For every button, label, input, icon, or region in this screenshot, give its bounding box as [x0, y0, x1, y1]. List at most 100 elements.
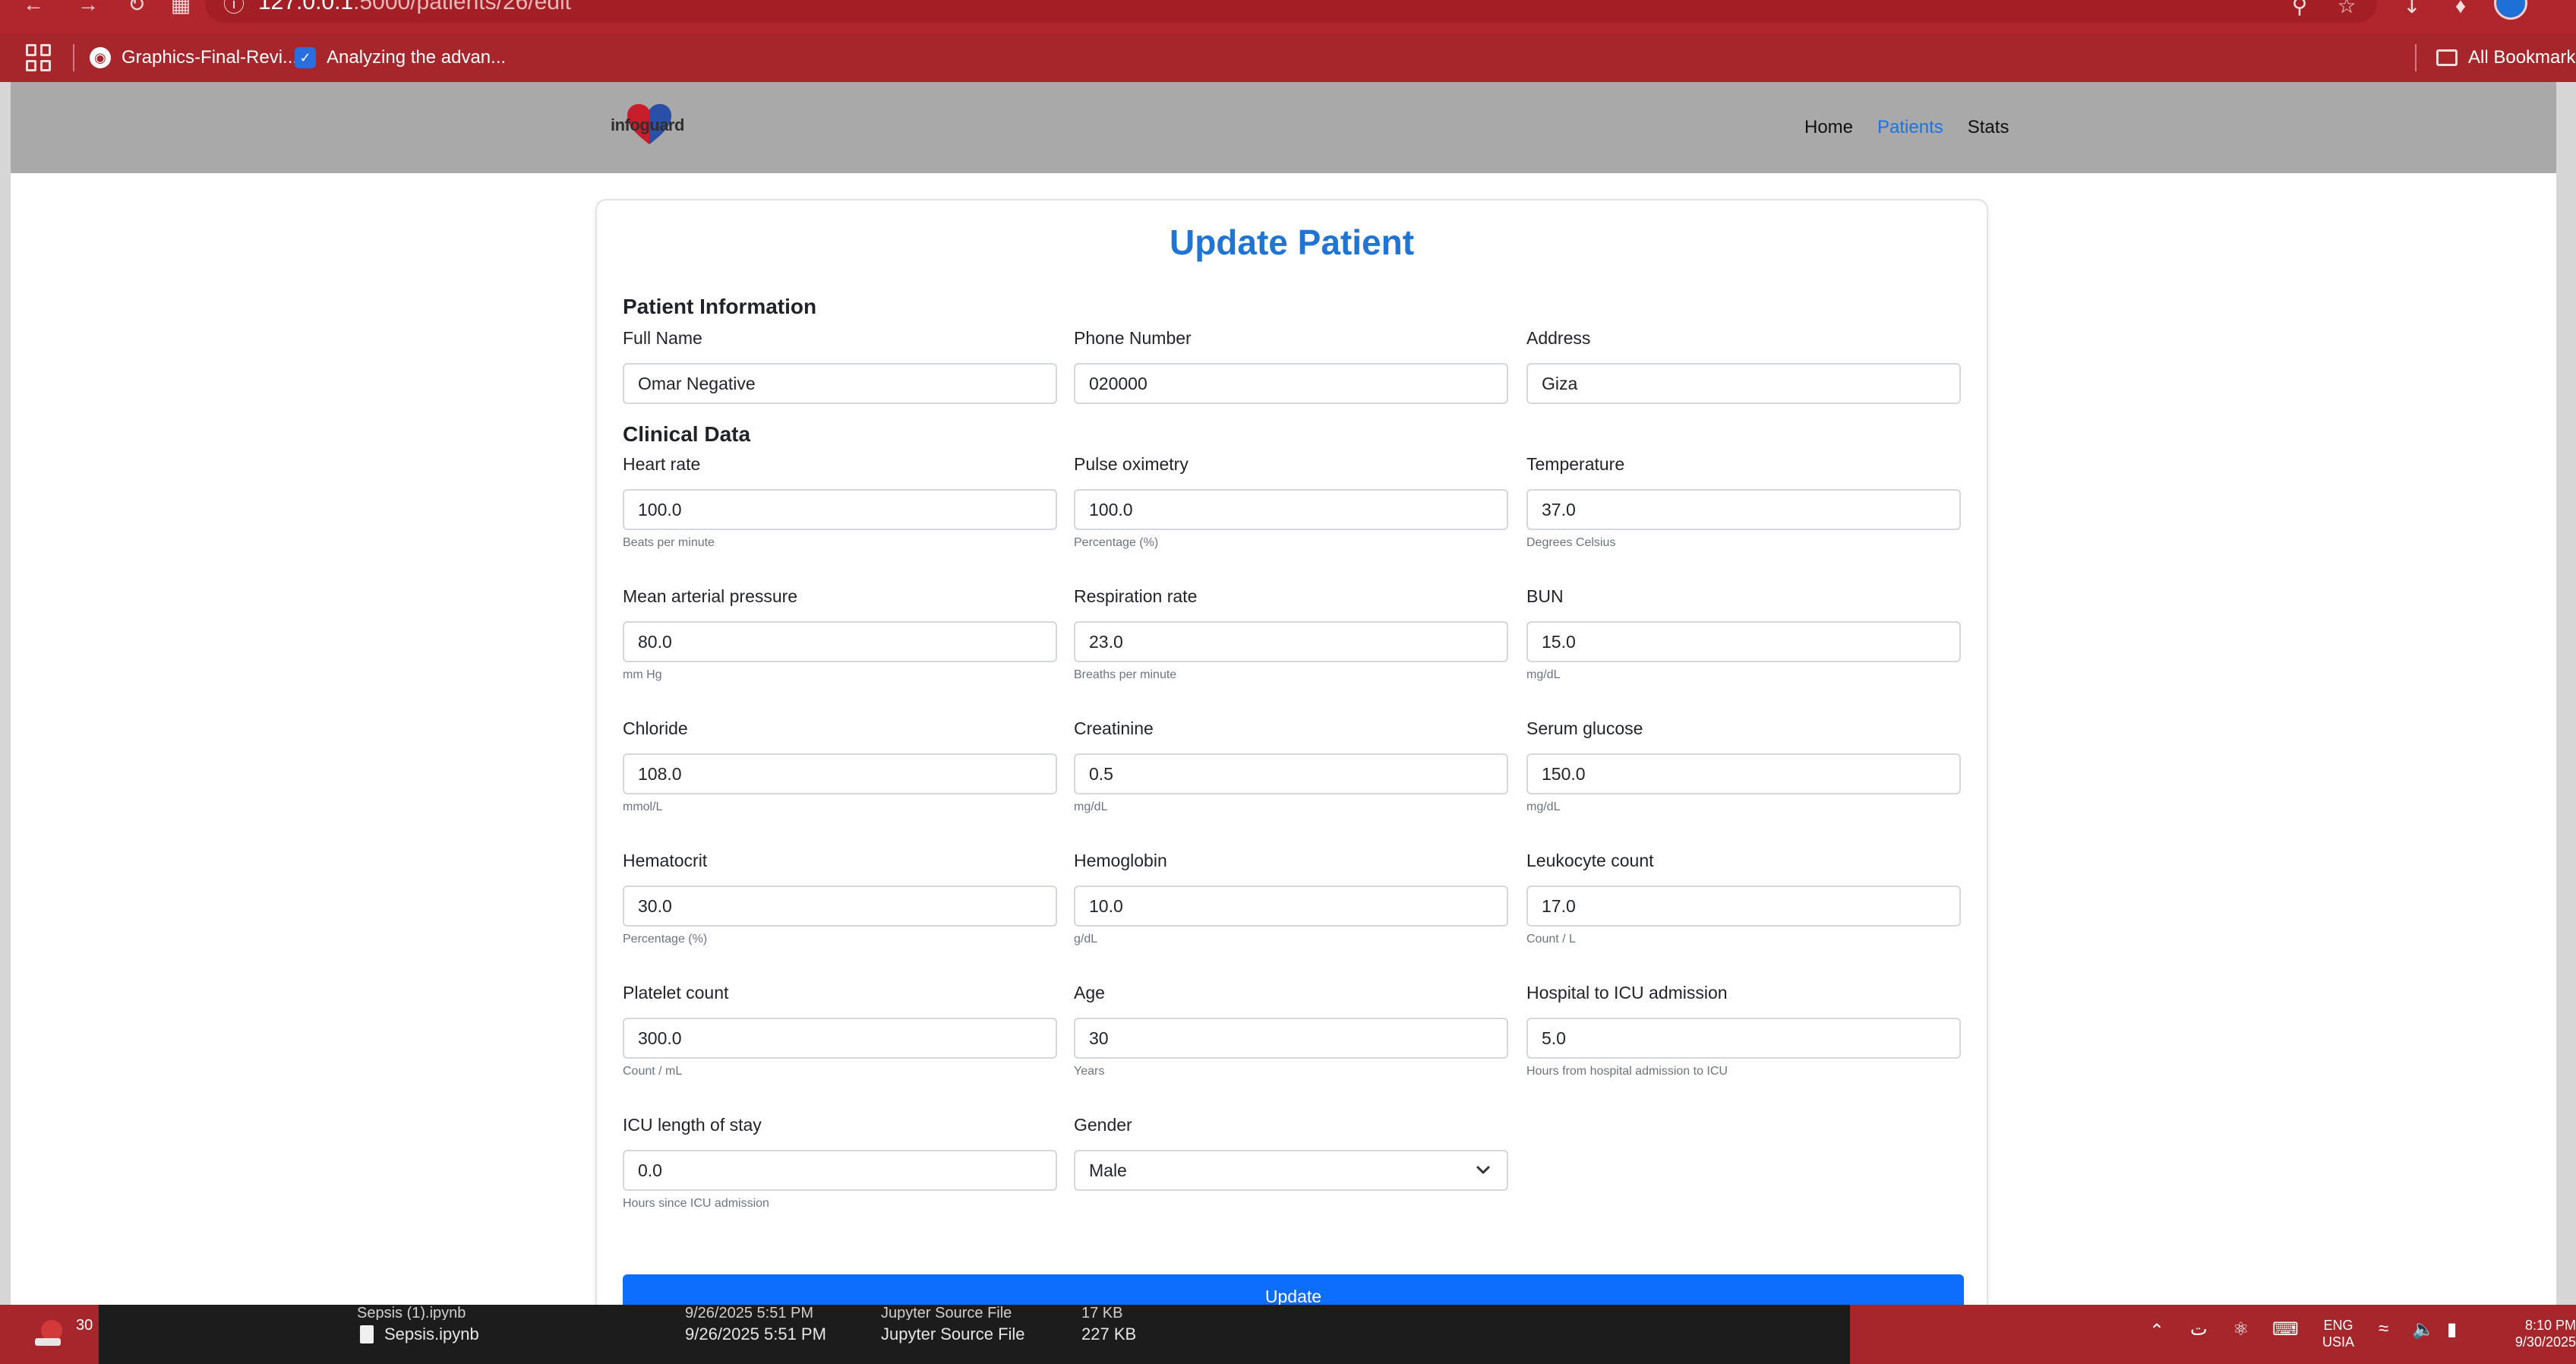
download-icon[interactable]: ↧ [2398, 0, 2426, 20]
app-navbar: infoguard Home Patients Stats [11, 82, 2556, 173]
hemoglobin-input[interactable] [1074, 886, 1508, 927]
temperature-input[interactable] [1526, 489, 1961, 530]
logo-text: infoguard [611, 115, 684, 134]
clock[interactable]: 8:10 PM 9/30/2025 [2486, 1317, 2576, 1350]
field-age: Age Years [1074, 981, 1508, 1080]
serum-glucose-input[interactable] [1526, 753, 1961, 794]
section-clinical-data: Clinical Data [623, 422, 751, 446]
icu-length-of-stay-label: ICU length of stay [623, 1115, 762, 1135]
bookmark-graphics[interactable]: ◉ Graphics-Final-Revi... [90, 33, 298, 82]
hematocrit-label: Hematocrit [623, 851, 708, 870]
zoom-icon[interactable]: ⚲ [2286, 0, 2313, 20]
field-pulse-oximetry: Pulse oximetry Percentage (%) [1074, 453, 1508, 551]
app-tray-icon[interactable]: ت [2190, 1318, 2208, 1340]
temperature-label: Temperature [1526, 454, 1625, 474]
respiration-rate-help: Breaths per minute [1074, 668, 1177, 681]
platelet-count-help: Count / mL [623, 1065, 683, 1078]
gender-select[interactable]: Male [1074, 1150, 1508, 1191]
hospital-to-icu-help: Hours from hospital admission to ICU [1526, 1065, 1728, 1078]
hemoglobin-help: g/dL [1074, 933, 1098, 946]
gender-selected-value: Male [1074, 1150, 1508, 1191]
age-input[interactable] [1074, 1018, 1508, 1059]
temperature-help: Degrees Celsius [1526, 536, 1616, 549]
bookmark-label: Analyzing the advan... [327, 47, 507, 68]
bookmark-star-icon[interactable]: ☆ [2333, 0, 2360, 20]
field-hematocrit: Hematocrit Percentage (%) [623, 849, 1057, 948]
leukocyte-count-input[interactable] [1526, 886, 1961, 927]
field-respiration-rate: Respiration rate Breaths per minute [1074, 585, 1508, 684]
profile-avatar[interactable] [2494, 0, 2527, 20]
apps-grid-icon[interactable] [26, 44, 53, 71]
tab-search-icon[interactable]: ▦ [166, 0, 196, 20]
system-tray: ⌃ ت ⚛ ⌨ ENG USIA ≈ 🔈 ▮ 8:10 PM 9/30/2025 [1850, 1305, 2576, 1364]
taskbar: 30 Sepsis (1).ipynb 9/26/2025 5:51 PM Ju… [0, 1305, 2576, 1364]
reload-icon[interactable]: ↻ [122, 0, 152, 20]
volume-icon[interactable]: 🔈 [2412, 1318, 2435, 1340]
creatinine-label: Creatinine [1074, 718, 1154, 738]
keyboard-icon[interactable]: ⌨ [2272, 1318, 2299, 1340]
bookmarks-divider [2415, 44, 2417, 71]
address-label: Address [1526, 328, 1591, 348]
nav-patients-link[interactable]: Patients [1877, 117, 1943, 138]
app-logo[interactable]: infoguard [603, 100, 694, 153]
browser-toolbar: ← → ↻ ▦ ⓘ 127.0.0.1:5000/patients/26/edi… [0, 0, 2576, 33]
icu-length-of-stay-input[interactable] [623, 1150, 1057, 1191]
chloride-help: mmol/L [623, 800, 663, 813]
forward-icon[interactable]: → [73, 0, 103, 20]
mean-arterial-pressure-input[interactable] [623, 621, 1057, 662]
extensions-icon[interactable]: ♦ [2447, 0, 2474, 20]
hospital-to-icu-input[interactable] [1526, 1018, 1961, 1059]
explorer-file-row[interactable]: Sepsis.ipynb [360, 1305, 479, 1364]
full-name-input[interactable] [623, 363, 1057, 404]
wifi-icon[interactable]: ≈ [2379, 1318, 2388, 1340]
site-info-icon[interactable]: ⓘ [219, 0, 249, 20]
pulse-oximetry-label: Pulse oximetry [1074, 454, 1189, 474]
nav-home-link[interactable]: Home [1804, 117, 1853, 138]
bookmark-analyzing[interactable]: ✓ Analyzing the advan... [295, 33, 506, 82]
hematocrit-input[interactable] [623, 886, 1057, 927]
url-text[interactable]: 127.0.0.1:5000/patients/26/edit [258, 0, 571, 15]
chevron-down-icon [1476, 1166, 1490, 1174]
chevron-up-icon[interactable]: ⌃ [2149, 1320, 2164, 1342]
microphone-icon[interactable]: ⚛ [2233, 1318, 2249, 1340]
hospital-to-icu-label: Hospital to ICU admission [1526, 983, 1728, 1002]
address-input[interactable] [1526, 363, 1961, 404]
file-type: Jupyter Source File [881, 1325, 1025, 1343]
bun-input[interactable] [1526, 621, 1961, 662]
field-phone: Phone Number [1074, 327, 1508, 404]
all-bookmarks-button[interactable]: All Bookmarks [2436, 33, 2576, 82]
respiration-rate-input[interactable] [1074, 621, 1508, 662]
app-notification-icon[interactable] [30, 1315, 68, 1353]
platelet-count-input[interactable] [623, 1018, 1057, 1059]
nav-stats-link[interactable]: Stats [1968, 117, 2009, 138]
field-bun: BUN mg/dL [1526, 585, 1961, 684]
lang-top: ENG [2323, 1318, 2353, 1333]
pulse-oximetry-input[interactable] [1074, 489, 1508, 530]
bookmarks-bar: ◉ Graphics-Final-Revi... ✓ Analyzing the… [0, 33, 2576, 82]
file-date: 9/26/2025 5:51 PM [685, 1325, 826, 1343]
mean-arterial-pressure-help: mm Hg [623, 668, 662, 681]
field-platelet-count: Platelet count Count / mL [623, 981, 1057, 1080]
update-patient-card: Update Patient Patient Information Full … [595, 199, 1988, 1318]
file-size: 227 KB [1081, 1325, 1137, 1343]
battery-icon[interactable]: ▮ [2447, 1318, 2457, 1340]
platelet-count-label: Platelet count [623, 983, 729, 1002]
hematocrit-help: Percentage (%) [623, 933, 708, 946]
heart-rate-input[interactable] [623, 489, 1057, 530]
creatinine-input[interactable] [1074, 753, 1508, 794]
chloride-input[interactable] [623, 753, 1057, 794]
creatinine-help: mg/dL [1074, 800, 1108, 813]
language-indicator[interactable]: ENG USIA [2322, 1317, 2354, 1350]
screen: ← → ↻ ▦ ⓘ 127.0.0.1:5000/patients/26/edi… [0, 0, 2576, 1364]
full-name-label: Full Name [623, 328, 702, 348]
field-hospital-to-icu: Hospital to ICU admission Hours from hos… [1526, 981, 1961, 1080]
bookmark-label: Graphics-Final-Revi... [122, 47, 298, 68]
field-temperature: Temperature Degrees Celsius [1526, 453, 1961, 551]
age-help: Years [1074, 1065, 1105, 1078]
respiration-rate-label: Respiration rate [1074, 586, 1198, 606]
phone-input[interactable] [1074, 363, 1508, 404]
age-label: Age [1074, 983, 1105, 1002]
back-icon[interactable]: ← [18, 0, 49, 20]
mean-arterial-pressure-label: Mean arterial pressure [623, 586, 798, 606]
file-icon [360, 1325, 374, 1343]
